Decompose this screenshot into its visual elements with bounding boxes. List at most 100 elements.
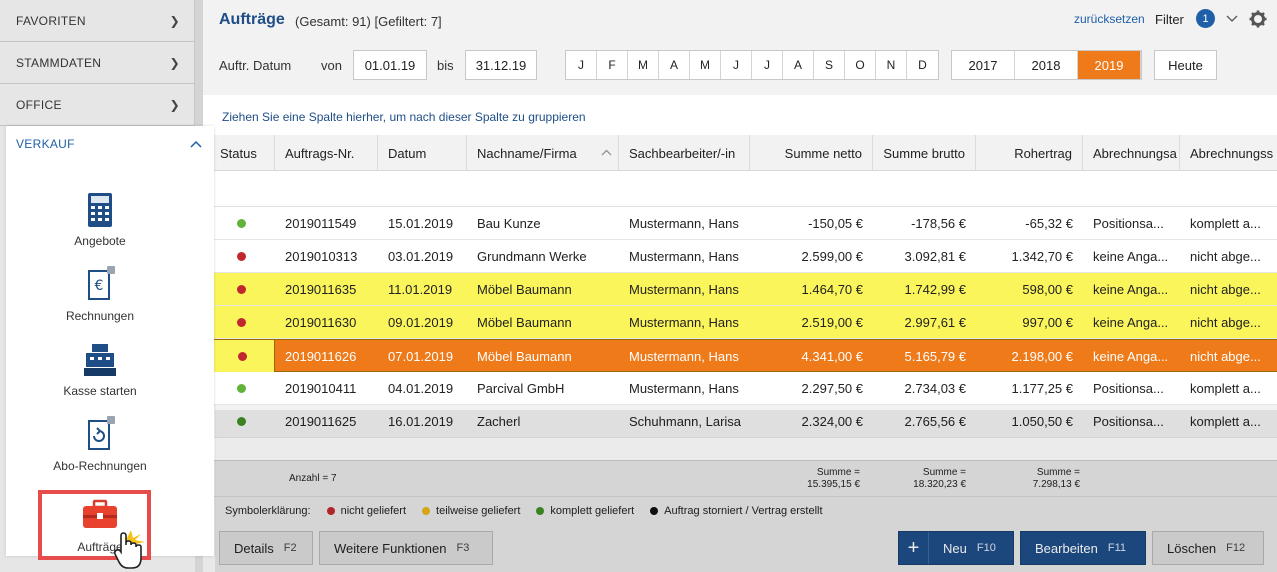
status-dot-icon — [237, 417, 246, 426]
table-row[interactable]: 2019010411 04.01.2019 Parcival GmbH Musterm… — [203, 372, 1277, 405]
chevron-down-icon: ❯ — [169, 97, 180, 112]
euro-document-icon: € — [88, 266, 115, 300]
sidebar-section-favoriten[interactable]: FAVORITEN ❯ — [0, 0, 194, 42]
cell-abrechnungsart: Positionsa... — [1093, 381, 1164, 396]
sidebar-item-abo-rechnungen[interactable]: Abo-Rechnungen — [6, 415, 194, 473]
status-dot-icon — [422, 506, 431, 515]
sidebar-section-office[interactable]: OFFICE ❯ — [0, 84, 194, 126]
cell-summe-netto: 4.341,00 € — [801, 349, 863, 364]
table-row[interactable]: 2019011635 11.01.2019 Möbel Baumann Musterm… — [203, 273, 1277, 306]
sum-rohertrag-value: 7.298,13 € — [1032, 479, 1080, 490]
new-button[interactable]: + Neu F10 — [898, 531, 1014, 565]
cell-abrechnungsstatus: nicht abge... — [1190, 315, 1261, 330]
edit-button[interactable]: Bearbeiten F11 — [1020, 531, 1146, 565]
shortcut-key: F3 — [456, 542, 470, 554]
column-header-summe-brutto[interactable]: Summe brutto — [873, 135, 976, 171]
sidebar-item-angebote[interactable]: Angebote — [6, 190, 194, 248]
cell-abrechnungsart: keine Anga... — [1093, 249, 1169, 264]
cell-summe-netto: 2.519,00 € — [801, 315, 863, 330]
sidebar-item-rechnungen[interactable]: € Rechnungen — [6, 265, 194, 323]
cell-sachbearbeiter: Mustermann, Hans — [629, 315, 739, 330]
month-button-jul[interactable]: J — [752, 51, 783, 79]
filter-label[interactable]: Filter — [1155, 12, 1184, 27]
sidebar-section-header[interactable]: VERKAUF — [6, 126, 214, 162]
cell-rohertrag: 2.198,00 € — [1011, 349, 1073, 364]
date-to-input[interactable]: 31.12.19 — [465, 50, 537, 80]
cell-sachbearbeiter: Schuhmann, Larisa — [629, 414, 742, 429]
filter-row[interactable] — [203, 172, 1277, 207]
cell-auftrags-nr: 2019010313 — [285, 249, 358, 264]
sidebar-item-kasse[interactable]: Kasse starten — [6, 340, 194, 398]
table-row[interactable]: 2019011625 16.01.2019 Zacherl Schuhmann, La… — [203, 405, 1277, 438]
cell-auftrags-nr: 2019011630 — [285, 315, 357, 330]
from-label: von — [321, 58, 342, 73]
month-button-jan[interactable]: J — [566, 51, 597, 79]
month-button-dec[interactable]: D — [907, 51, 938, 79]
cell-auftrags-nr: 2019011549 — [285, 216, 357, 231]
more-functions-button[interactable]: Weitere Funktionen F3 — [319, 531, 493, 565]
cell-datum: 03.01.2019 — [388, 249, 454, 264]
table-row[interactable]: 2019010313 03.01.2019 Grundmann Werke Muste… — [203, 240, 1277, 273]
month-button-apr[interactable]: A — [659, 51, 690, 79]
sum-label: Summe = — [1036, 467, 1080, 478]
cell-rohertrag: 1.050,50 € — [1011, 414, 1073, 429]
today-button[interactable]: Heute — [1154, 50, 1217, 80]
column-header-datum[interactable]: Datum — [378, 135, 467, 171]
svg-text:€: € — [95, 278, 104, 294]
group-by-area[interactable]: Ziehen Sie eine Spalte hierher, um nach … — [203, 95, 1277, 135]
cell-rohertrag: 598,00 € — [1022, 282, 1073, 297]
table-row[interactable]: 2019011626 07.01.2019 Möbel Baumann Musterm… — [203, 339, 1277, 373]
sum-netto-value: 15.395,15 € — [807, 479, 860, 490]
cell-abrechnungsart: keine Anga... — [1093, 282, 1169, 297]
month-button-oct[interactable]: O — [845, 51, 876, 79]
legend-item: nicht geliefert — [340, 504, 407, 517]
gear-icon[interactable] — [1249, 10, 1267, 28]
column-header-auftrags-nr[interactable]: Auftrags-Nr. — [275, 135, 378, 171]
month-button-aug[interactable]: A — [783, 51, 814, 79]
details-button[interactable]: Details F2 — [219, 531, 313, 565]
delete-button[interactable]: Löschen F12 — [1152, 531, 1264, 565]
legend-item: komplett geliefert — [550, 504, 635, 517]
column-header-nachname[interactable]: Nachname/Firma — [467, 135, 619, 171]
column-header-abrechnungsstatus[interactable]: Abrechnungss — [1180, 135, 1277, 171]
toolbar: Aufträge (Gesamt: 91) [Gefiltert: 7] zur… — [203, 0, 1277, 95]
status-dot-icon — [237, 384, 246, 393]
status-dot-icon — [326, 506, 335, 515]
chevron-down-icon: ❯ — [169, 55, 180, 70]
column-header-summe-netto[interactable]: Summe netto — [750, 135, 873, 171]
status-dot-icon — [650, 506, 659, 515]
cell-datum: 07.01.2019 — [388, 349, 454, 364]
button-label: Weitere Funktionen — [334, 540, 447, 556]
column-header-abrechnungsart[interactable]: Abrechnungsa — [1083, 135, 1180, 171]
month-button-sep[interactable]: S — [814, 51, 845, 79]
recurring-document-icon — [88, 416, 115, 450]
table-row[interactable]: 2019011549 15.01.2019 Bau Kunze Mustermann,… — [203, 207, 1277, 240]
chevron-down-icon[interactable] — [1226, 14, 1238, 24]
main-panel: Aufträge (Gesamt: 91) [Gefiltert: 7] zur… — [203, 0, 1277, 572]
cell-rohertrag: 1.342,70 € — [1011, 249, 1073, 264]
year-button-2019[interactable]: 2019 — [1078, 51, 1141, 79]
year-selector: 2017 2018 2019 — [951, 50, 1142, 80]
reset-link[interactable]: zurücksetzen — [1074, 12, 1145, 26]
month-button-nov[interactable]: N — [876, 51, 907, 79]
table-row[interactable]: 2019011630 09.01.2019 Möbel Baumann Musterm… — [203, 306, 1277, 339]
month-button-feb[interactable]: F — [597, 51, 628, 79]
date-from-input[interactable]: 01.01.19 — [353, 50, 427, 80]
month-button-mar[interactable]: M — [628, 51, 659, 79]
sidebar-item-label: Kasse starten — [63, 384, 137, 398]
column-header-rohertrag[interactable]: Rohertrag — [976, 135, 1083, 171]
cell-rohertrag: 1.177,25 € — [1011, 381, 1073, 396]
month-button-may[interactable]: M — [690, 51, 721, 79]
orders-table: Status Auftrags-Nr. Datum Nachname/Firma… — [203, 135, 1277, 460]
year-button-2018[interactable]: 2018 — [1015, 51, 1078, 79]
cell-sachbearbeiter: Mustermann, Hans — [629, 249, 739, 264]
sidebar-section-label: OFFICE — [16, 97, 62, 112]
symbol-legend: Symbolerklärung: nicht geliefert teilwei… — [203, 496, 1277, 524]
column-header-sachbearbeiter[interactable]: Sachbearbeiter/-in — [619, 135, 750, 171]
shortcut-key: F11 — [1107, 542, 1127, 554]
cell-sachbearbeiter: Mustermann, Hans — [629, 349, 739, 364]
year-button-2017[interactable]: 2017 — [952, 51, 1015, 79]
sidebar-section-stammdaten[interactable]: STAMMDATEN ❯ — [0, 42, 194, 84]
month-button-jun[interactable]: J — [721, 51, 752, 79]
cell-summe-brutto: 5.165,79 € — [904, 349, 966, 364]
